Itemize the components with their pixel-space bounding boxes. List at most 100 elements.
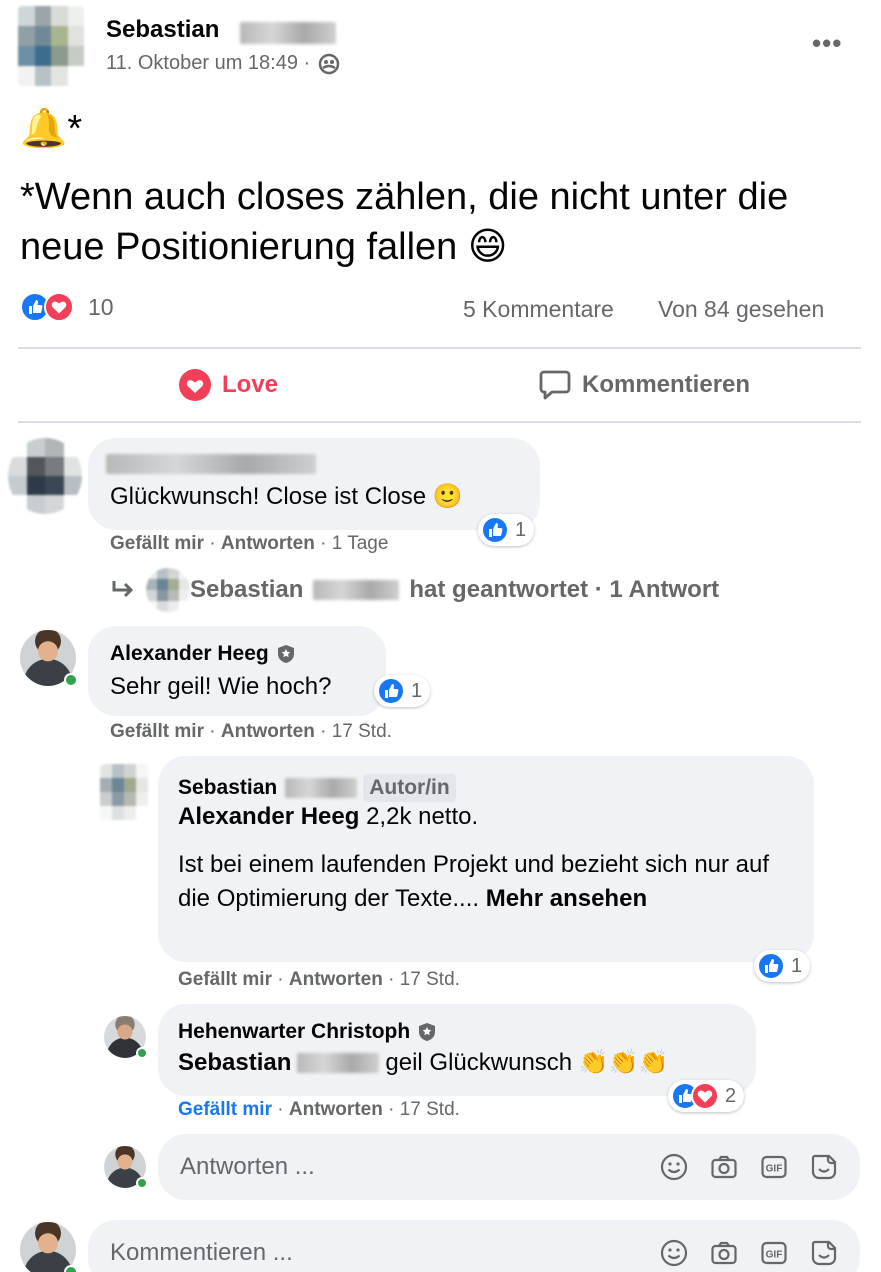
views-count[interactable]: Von 84 gesehen xyxy=(658,296,824,323)
timestamp-text: 11. Oktober um 18:49 · xyxy=(106,52,311,74)
reply-bubble[interactable]: Sebastian Autor/in Alexander Heeg 2,2k n… xyxy=(158,756,814,962)
like-link[interactable]: Gefällt mir xyxy=(178,969,272,990)
emoji-icon[interactable] xyxy=(660,1153,688,1181)
blurred-last-name xyxy=(285,778,358,798)
like-icon xyxy=(757,952,785,980)
heart-icon xyxy=(44,292,74,322)
author-name[interactable]: Sebastian xyxy=(106,16,219,44)
like-link[interactable]: Gefällt mir xyxy=(110,533,204,554)
reply-reactions[interactable]: 1 xyxy=(754,950,811,982)
reply-time: · 17 Std. xyxy=(388,1099,460,1120)
mention-link[interactable]: Sebastian xyxy=(178,1046,291,1080)
comment-time: · 17 Std. xyxy=(320,721,392,742)
replier-name: Sebastian xyxy=(190,576,304,603)
online-indicator xyxy=(64,673,78,687)
reply-link[interactable]: Antworten xyxy=(221,533,315,554)
love-label: Love xyxy=(222,371,279,398)
emoji-icon[interactable] xyxy=(660,1239,688,1267)
commenter-name[interactable]: Alexander Heeg xyxy=(110,642,295,666)
love-button[interactable]: Love xyxy=(178,368,278,402)
blurred-commenter-name xyxy=(106,454,316,474)
reaction-count: 1 xyxy=(791,954,803,977)
camera-icon[interactable] xyxy=(710,1153,738,1181)
replies-summary: hat geantwortet · 1 Antwort xyxy=(409,576,720,603)
post-timestamp[interactable]: 11. Oktober um 18:49 · xyxy=(106,52,340,75)
reply-text: Sebastian geil Glückwunsch 👏👏👏 xyxy=(178,1046,668,1080)
reply-link[interactable]: Antworten xyxy=(221,721,315,742)
divider-top xyxy=(18,347,861,349)
reply-reactions[interactable]: 2 xyxy=(668,1080,745,1112)
reply-meta: Gefällt mir · Antworten · 17 Std. xyxy=(178,969,460,991)
commenter-name-text: Alexander Heeg xyxy=(110,642,269,665)
current-user-avatar xyxy=(20,1222,78,1272)
commenter-avatar[interactable] xyxy=(20,630,78,687)
reply-amount: 2,2k netto. xyxy=(366,803,479,830)
reaction-summary[interactable]: 10 xyxy=(20,292,114,322)
view-replies-link[interactable]: Sebastian hat geantwortet · 1 Antwort xyxy=(110,568,719,612)
sep: · xyxy=(209,533,221,554)
replier-name[interactable]: Hehenwarter Christoph xyxy=(178,1020,436,1044)
comment-bubble[interactable]: Alexander Heeg Sehr geil! Wie hoch? xyxy=(88,626,386,716)
heart-outline-icon xyxy=(179,369,211,401)
comment-input-tools: GIF xyxy=(660,1239,838,1267)
replier-name-text: Hehenwarter Christoph xyxy=(178,1020,411,1043)
sticker-icon[interactable] xyxy=(810,1239,838,1267)
reply-input[interactable]: Antworten ... GIF xyxy=(158,1134,860,1200)
blurred-last-name xyxy=(297,1053,380,1073)
mention-link[interactable]: Alexander Heeg xyxy=(178,803,359,830)
author-avatar[interactable] xyxy=(18,6,84,86)
replier-name-text: Sebastian xyxy=(178,776,278,799)
divider-bottom xyxy=(18,421,861,423)
sep: · xyxy=(209,721,221,742)
friends-audience-icon xyxy=(318,53,340,74)
post-emoji-line: 🔔* xyxy=(20,108,83,150)
author-badge: Autor/in xyxy=(363,774,456,802)
comment-text: Sehr geil! Wie hoch? xyxy=(110,673,332,700)
blurred-last-name xyxy=(240,22,336,44)
reply-placeholder: Antworten ... xyxy=(180,1153,315,1180)
online-indicator xyxy=(64,1265,78,1272)
replier-avatar[interactable] xyxy=(100,764,148,820)
reply-input-tools: GIF xyxy=(660,1153,838,1181)
more-icon[interactable]: ••• xyxy=(812,28,842,59)
replier-avatar xyxy=(146,568,190,612)
post-text: *Wenn auch closes zählen, die nicht unte… xyxy=(20,176,789,268)
comment-bubble-icon xyxy=(539,370,571,400)
see-more-link[interactable]: Mehr ansehen xyxy=(486,885,647,912)
camera-icon[interactable] xyxy=(710,1239,738,1267)
comment-time: · 1 Tage xyxy=(320,533,389,554)
replier-name[interactable]: Sebastian Autor/in xyxy=(178,774,456,802)
reply-link[interactable]: Antworten xyxy=(289,969,383,990)
comment-placeholder: Kommentieren ... xyxy=(110,1239,293,1266)
top-contributor-badge-icon xyxy=(277,645,294,663)
comment-input[interactable]: Kommentieren ... GIF xyxy=(88,1220,860,1272)
comment-reactions[interactable]: 1 xyxy=(478,514,535,546)
blurred-last-name xyxy=(313,580,400,600)
comment-reactions[interactable]: 1 xyxy=(374,675,431,707)
sticker-icon[interactable] xyxy=(810,1153,838,1181)
comment-text: Glückwunsch! Close ist Close 🙂 xyxy=(110,483,463,510)
reply-link[interactable]: Antworten xyxy=(289,1099,383,1120)
heart-icon xyxy=(691,1082,719,1110)
online-indicator xyxy=(136,1177,148,1189)
reply-arrow-icon xyxy=(112,581,134,598)
comment-bubble[interactable]: Glückwunsch! Close ist Close 🙂 xyxy=(88,438,540,530)
replier-avatar[interactable] xyxy=(104,1016,148,1059)
reply-first-line: Alexander Heeg 2,2k netto. xyxy=(178,800,478,834)
reaction-count: 10 xyxy=(88,293,114,320)
comment-label: Kommentieren xyxy=(582,371,751,398)
gif-icon[interactable]: GIF xyxy=(760,1153,788,1181)
comment-meta: Gefällt mir · Antworten · 17 Std. xyxy=(110,721,392,743)
gif-icon[interactable]: GIF xyxy=(760,1239,788,1267)
like-link[interactable]: Gefällt mir xyxy=(110,721,204,742)
like-link-active[interactable]: Gefällt mir xyxy=(178,1099,272,1120)
commenter-avatar[interactable] xyxy=(8,438,82,514)
reply-body: geil Glückwunsch 👏👏👏 xyxy=(385,1049,669,1076)
reaction-count: 1 xyxy=(411,679,423,702)
like-icon xyxy=(377,677,405,705)
reply-time: · 17 Std. xyxy=(388,969,460,990)
comment-button[interactable]: Kommentieren xyxy=(538,368,750,402)
comments-count[interactable]: 5 Kommentare xyxy=(463,296,614,323)
reply-bubble[interactable]: Hehenwarter Christoph Sebastian geil Glü… xyxy=(158,1004,756,1096)
svg-text:GIF: GIF xyxy=(766,1164,783,1175)
